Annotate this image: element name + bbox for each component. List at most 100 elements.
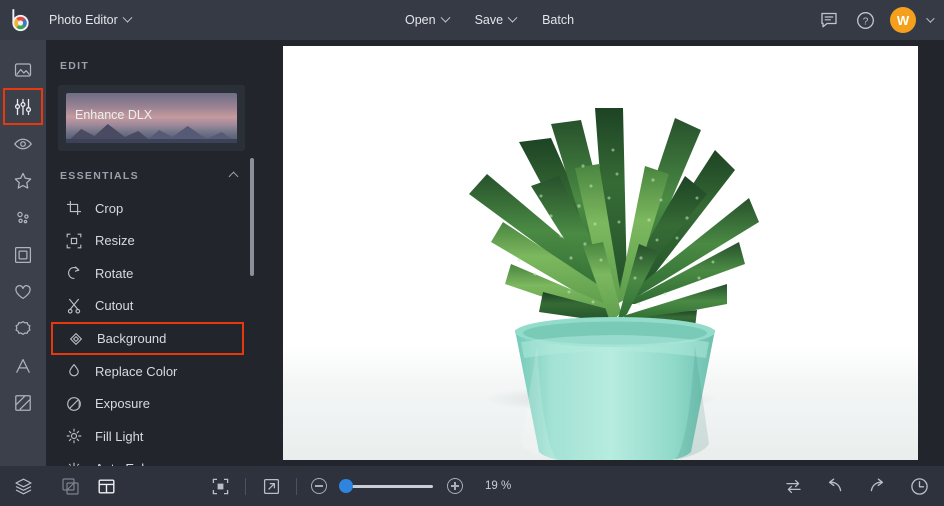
- eye-icon: [13, 134, 33, 154]
- resize-icon: [65, 232, 82, 249]
- rail-item-text[interactable]: [3, 347, 43, 384]
- chevron-down-icon: [122, 12, 132, 22]
- fit-to-screen-button[interactable]: [209, 475, 231, 497]
- befunky-color-wheel-logo-icon: [7, 7, 33, 33]
- rail-item-graphics[interactable]: [3, 310, 43, 347]
- product-menu-button[interactable]: Photo Editor: [40, 7, 140, 33]
- essentials-section-header[interactable]: ESSENTIALS: [46, 151, 257, 192]
- menu-item-label: Background: [97, 331, 166, 346]
- undo-button[interactable]: [824, 475, 846, 497]
- promo-card-enhance-dlx[interactable]: Enhance DLX: [58, 85, 245, 151]
- fit-to-screen-icon: [211, 477, 230, 496]
- fill-light-icon: [65, 428, 82, 445]
- promo-image: Enhance DLX: [66, 93, 237, 143]
- menu-item-label: Crop: [95, 201, 123, 216]
- open-button[interactable]: Open: [396, 7, 458, 33]
- canvas-area: [257, 40, 944, 466]
- left-tool-rail: [0, 40, 46, 506]
- redo-arrow-icon: [867, 476, 887, 496]
- rail-item-image[interactable]: [3, 51, 43, 88]
- chevron-down-icon: [508, 12, 518, 22]
- sliders-icon: [13, 97, 33, 117]
- save-button[interactable]: Save: [466, 7, 526, 33]
- question-circle-icon: ?: [856, 11, 875, 30]
- layers-button[interactable]: [12, 475, 34, 497]
- zoom-out-button[interactable]: [311, 478, 327, 494]
- avatar-initial: W: [897, 13, 909, 28]
- menu-item-label: Replace Color: [95, 364, 177, 379]
- essentials-title: ESSENTIALS: [60, 170, 139, 182]
- particles-icon: [13, 208, 33, 228]
- menu-item-auto-enhance[interactable]: Auto Enhance: [46, 453, 257, 467]
- panel-layout-icon: [97, 477, 116, 496]
- photo-canvas[interactable]: [283, 46, 918, 460]
- redo-button[interactable]: [866, 475, 888, 497]
- background-icon: [67, 330, 84, 347]
- rotate-icon: [65, 265, 82, 282]
- save-label: Save: [475, 13, 504, 27]
- top-bar-actions: Open Save Batch: [396, 7, 583, 33]
- history-clock-icon: [910, 477, 929, 496]
- badge-icon: [13, 319, 33, 339]
- menu-item-label: Cutout: [95, 298, 133, 313]
- menu-item-replace-color[interactable]: Replace Color: [46, 355, 257, 388]
- menu-item-label: Resize: [95, 233, 135, 248]
- minus-circle-icon: [315, 485, 323, 486]
- rail-item-effects[interactable]: [3, 162, 43, 199]
- star-icon: [13, 171, 33, 191]
- menu-item-label: Fill Light: [95, 429, 143, 444]
- swap-arrows-icon: [784, 477, 803, 496]
- batch-button[interactable]: Batch: [533, 7, 583, 33]
- menu-item-cutout[interactable]: Cutout: [46, 290, 257, 323]
- toolbar-divider: [245, 478, 246, 495]
- menu-item-exposure[interactable]: Exposure: [46, 388, 257, 421]
- rail-item-touchup[interactable]: [3, 125, 43, 162]
- chevron-up-icon: [229, 171, 239, 181]
- zoom-slider[interactable]: [341, 485, 433, 488]
- menu-item-background[interactable]: Background: [51, 322, 244, 355]
- rail-item-edit[interactable]: [3, 88, 43, 125]
- frame-icon: [13, 245, 33, 265]
- history-button[interactable]: [908, 475, 930, 497]
- chat-bubble-icon: [820, 11, 838, 29]
- rail-item-artsy[interactable]: [3, 199, 43, 236]
- compare-button[interactable]: [59, 475, 81, 497]
- svg-text:?: ?: [862, 16, 868, 27]
- account-chevron-down-icon[interactable]: [926, 14, 934, 22]
- toolbar-divider: [296, 478, 297, 495]
- crop-icon: [65, 200, 82, 217]
- help-button[interactable]: ?: [854, 9, 876, 31]
- zoom-level-label: 19 %: [485, 480, 511, 492]
- panel-scrollbar[interactable]: [250, 158, 254, 276]
- zoom-in-button[interactable]: [447, 478, 463, 494]
- heart-icon: [13, 282, 33, 302]
- swap-button[interactable]: [782, 475, 804, 497]
- plus-vertical-stroke: [454, 482, 455, 490]
- top-bar-utilities: ? W: [818, 0, 932, 40]
- image-icon: [13, 60, 33, 80]
- batch-label: Batch: [542, 13, 574, 27]
- layers-icon: [14, 477, 33, 496]
- panels-button[interactable]: [95, 475, 117, 497]
- rail-item-overlays[interactable]: [3, 273, 43, 310]
- menu-item-crop[interactable]: Crop: [46, 192, 257, 225]
- menu-item-resize[interactable]: Resize: [46, 225, 257, 258]
- rail-item-frames[interactable]: [3, 236, 43, 273]
- fullscreen-button[interactable]: [260, 475, 282, 497]
- avatar[interactable]: W: [890, 7, 916, 33]
- feedback-button[interactable]: [818, 9, 840, 31]
- zoom-slider-handle[interactable]: [339, 479, 353, 493]
- texture-icon: [13, 393, 33, 413]
- photo-editor-app: Photo Editor Open Save Batch: [0, 0, 944, 506]
- menu-item-rotate[interactable]: Rotate: [46, 257, 257, 290]
- exposure-icon: [65, 395, 82, 412]
- droplet-icon: [65, 363, 82, 380]
- panel-title: EDIT: [46, 40, 257, 72]
- expand-arrow-icon: [262, 477, 281, 496]
- essentials-menu: Crop Resize Rotate: [46, 192, 257, 466]
- rail-item-textures[interactable]: [3, 384, 43, 421]
- app-logo[interactable]: [0, 0, 40, 40]
- menu-item-fill-light[interactable]: Fill Light: [46, 420, 257, 453]
- promo-label: Enhance DLX: [75, 108, 152, 122]
- product-menu-label: Photo Editor: [49, 13, 118, 27]
